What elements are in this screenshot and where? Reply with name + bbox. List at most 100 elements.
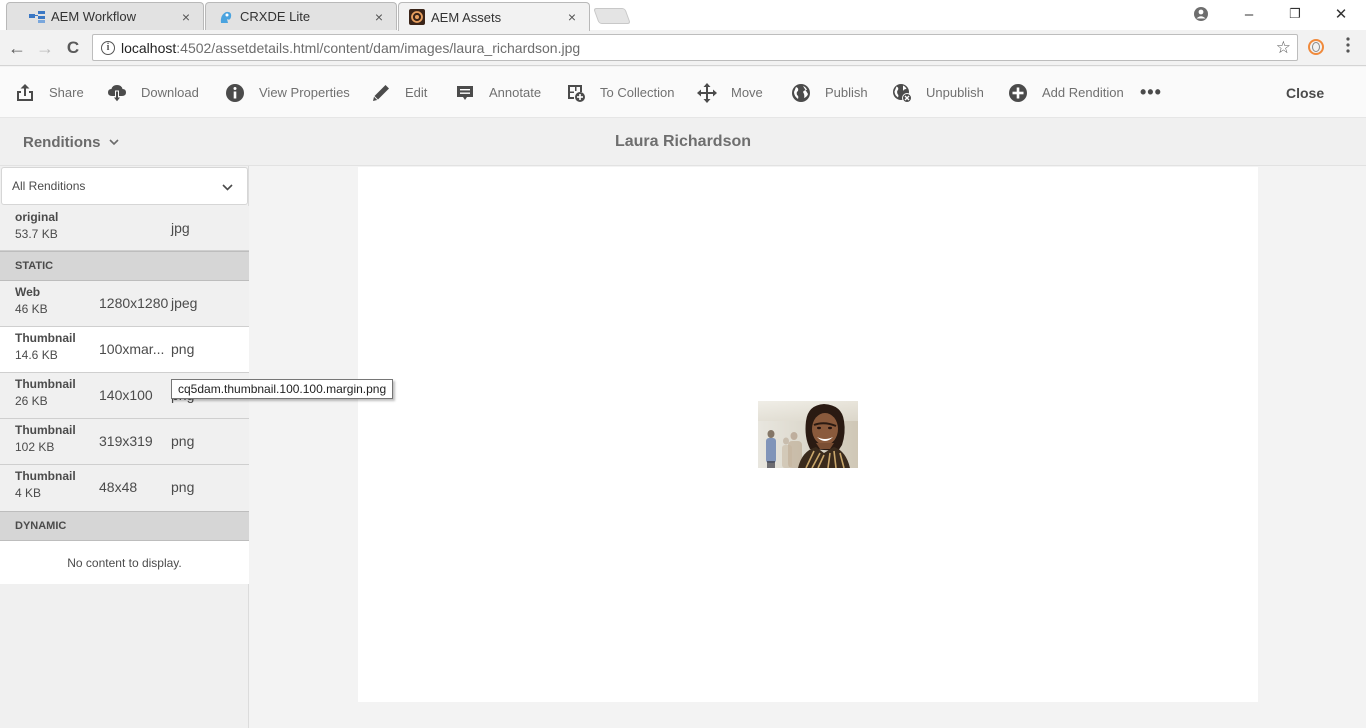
rendition-size: 102 KB (15, 440, 55, 454)
edit-label: Edit (405, 85, 428, 100)
browser-menu-icon[interactable] (1340, 37, 1356, 53)
bookmark-star-icon[interactable]: ☆ (1276, 38, 1291, 58)
more-actions-button[interactable]: ••• (1140, 67, 1162, 118)
asset-preview-image[interactable] (758, 401, 858, 468)
portrait-photo (758, 401, 858, 468)
annotate-button[interactable]: Annotate (455, 67, 541, 118)
rail-view-label: Renditions (23, 133, 101, 151)
section-header-dynamic: DYNAMIC (0, 511, 249, 541)
tab-title: CRXDE Lite (240, 9, 311, 24)
rendition-item[interactable]: Thumbnail 102 KB 319x319 png (0, 419, 249, 465)
rendition-dimensions: 1280x1280 (99, 295, 169, 311)
annotate-icon (455, 83, 475, 103)
tab-aem-workflow[interactable]: AEM Workflow × (6, 2, 204, 30)
download-button[interactable]: Download (107, 67, 199, 118)
back-button[interactable]: ← (5, 36, 29, 60)
url-input[interactable]: i localhost:4502/assetdetails.html/conte… (92, 34, 1298, 61)
rendition-type: jpg (171, 220, 190, 236)
rendition-size: 46 KB (15, 302, 48, 316)
close-button[interactable]: Close (1286, 67, 1324, 118)
rendition-size: 4 KB (15, 486, 42, 500)
browser-address-bar: ← → C i localhost:4502/assetdetails.html… (0, 30, 1366, 66)
rendition-dimensions: 140x100 (99, 387, 153, 403)
renditions-filter-value: All Renditions (12, 179, 86, 193)
crxde-icon (218, 9, 234, 25)
aem-icon (409, 9, 425, 25)
publish-label: Publish (825, 85, 868, 100)
extension-icon[interactable] (1308, 39, 1324, 55)
chevron-down-icon (222, 180, 233, 194)
rendition-size: 53.7 KB (15, 227, 58, 241)
add-rendition-button[interactable]: Add Rendition (1008, 67, 1124, 118)
globe-icon (791, 83, 811, 103)
restore-button[interactable]: ❐ (1272, 0, 1318, 28)
chevron-down-icon (108, 138, 119, 146)
to-collection-label: To Collection (600, 85, 675, 100)
move-button[interactable]: Move (697, 67, 763, 118)
asset-header: Renditions Laura Richardson (0, 118, 1366, 166)
move-label: Move (731, 85, 763, 100)
info-icon (225, 83, 245, 103)
rail-view-toggle[interactable]: Renditions (23, 118, 119, 166)
window-close-button[interactable]: ✕ (1318, 0, 1364, 28)
collection-add-icon (566, 83, 586, 103)
download-label: Download (141, 85, 199, 100)
workflow-icon (29, 9, 45, 25)
rendition-type: png (171, 479, 195, 495)
rendition-dimensions: 100xmar... (99, 341, 165, 357)
reload-button[interactable]: C (61, 36, 85, 60)
tab-close-icon[interactable]: × (565, 9, 579, 25)
rendition-type: png (171, 433, 195, 449)
download-icon (107, 83, 127, 103)
new-tab-button[interactable] (593, 8, 631, 24)
rendition-name: original (15, 210, 59, 224)
tab-close-icon[interactable]: × (179, 9, 193, 25)
renditions-rail: All Renditions original 53.7 KB jpg STAT… (0, 166, 249, 728)
publish-button[interactable]: Publish (791, 67, 868, 118)
add-rendition-label: Add Rendition (1042, 85, 1124, 100)
rendition-name: Thumbnail (15, 469, 76, 483)
section-header-static: STATIC (0, 251, 249, 281)
share-icon (15, 83, 35, 103)
rendition-dimensions: 48x48 (99, 479, 138, 495)
tab-title: AEM Workflow (51, 9, 136, 24)
share-button[interactable]: Share (15, 67, 84, 118)
rendition-name: Thumbnail (15, 331, 76, 345)
unpublish-button[interactable]: Unpublish (892, 67, 984, 118)
view-properties-label: View Properties (259, 85, 350, 100)
asset-preview-canvas (358, 167, 1258, 702)
url-host: localhost (121, 39, 177, 56)
rendition-item-original[interactable]: original 53.7 KB jpg (0, 206, 249, 251)
renditions-filter-select[interactable]: All Renditions (1, 167, 248, 205)
tab-title: AEM Assets (431, 9, 502, 25)
profile-icon[interactable] (1178, 0, 1224, 28)
pencil-icon (371, 83, 391, 103)
to-collection-button[interactable]: To Collection (566, 67, 674, 118)
edit-button[interactable]: Edit (371, 67, 427, 118)
minimize-button[interactable]: – (1226, 0, 1272, 28)
view-properties-button[interactable]: View Properties (225, 67, 350, 118)
rendition-size: 26 KB (15, 394, 48, 408)
rendition-name: Thumbnail (15, 377, 76, 391)
add-circle-icon (1008, 83, 1028, 103)
site-info-icon[interactable]: i (101, 40, 115, 55)
forward-button[interactable]: → (33, 36, 57, 60)
rendition-name: Web (15, 285, 41, 299)
rendition-name: Thumbnail (15, 423, 76, 437)
browser-tab-strip: AEM Workflow × CRXDE Lite × AEM Assets ×… (0, 0, 1366, 31)
tab-close-icon[interactable]: × (372, 9, 386, 25)
move-icon (697, 82, 717, 103)
globe-remove-icon (892, 83, 912, 103)
url-path: :4502/assetdetails.html/content/dam/imag… (176, 39, 581, 56)
annotate-label: Annotate (489, 85, 542, 100)
rendition-tooltip: cq5dam.thumbnail.100.100.margin.png (171, 379, 394, 399)
rendition-dimensions: 319x319 (99, 433, 153, 449)
rendition-item-selected[interactable]: Thumbnail 14.6 KB 100xmar... png (0, 327, 249, 373)
rendition-item[interactable]: Web 46 KB 1280x1280 jpeg (0, 281, 249, 327)
rendition-item[interactable]: Thumbnail 4 KB 48x48 png (0, 465, 249, 511)
tab-aem-assets[interactable]: AEM Assets × (398, 2, 590, 31)
tab-crxde-lite[interactable]: CRXDE Lite × (205, 2, 397, 30)
empty-state-message: No content to display. (0, 541, 249, 584)
rendition-type: png (171, 341, 195, 357)
share-label: Share (49, 85, 84, 100)
